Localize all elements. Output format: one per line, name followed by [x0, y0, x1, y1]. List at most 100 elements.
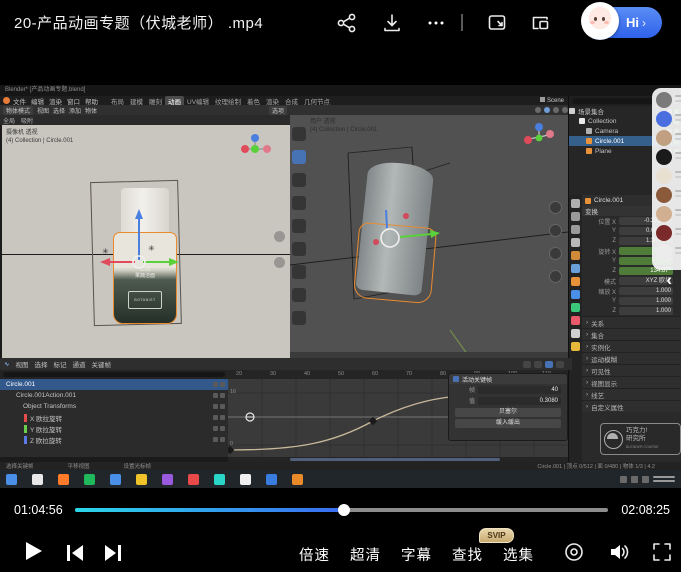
transform-row: Z 1.000 — [582, 306, 681, 316]
viewer-avatar[interactable] — [656, 206, 672, 222]
assistant-button[interactable]: Hi › — [582, 7, 662, 38]
bottle-badge-text: BOTANIST — [128, 291, 162, 309]
fullscreen-icon[interactable] — [651, 541, 673, 563]
properties-tab-icon — [571, 316, 580, 325]
quality-button[interactable]: 超清 — [350, 544, 381, 565]
share-icon[interactable] — [336, 12, 358, 34]
subtitle-button[interactable]: 字幕 — [401, 544, 432, 565]
taskbar-app-icon — [58, 474, 69, 485]
chevron-right-icon: › — [586, 343, 588, 350]
transform-label: Y — [582, 258, 619, 264]
download-icon[interactable] — [381, 12, 403, 34]
animation-channel-row: Z 欧拉旋转 — [0, 434, 228, 445]
viewer-avatar[interactable] — [656, 168, 672, 184]
keyframe-diamond — [228, 446, 234, 454]
chevron-right-icon: › — [586, 319, 588, 326]
graph-editor-menus: 视图选择标记通道关键帧 — [15, 359, 111, 369]
collapsed-section: › 可见性 — [582, 364, 681, 376]
speed-button[interactable]: 倍速 — [299, 544, 330, 565]
more-options-icon[interactable] — [425, 12, 447, 34]
transform-label: Y — [582, 228, 619, 234]
properties-tab-icon — [571, 199, 580, 208]
video-display-area[interactable]: Blender* [产品动画专题.blend] 文件编辑渲染窗口帮助 布局建模雕… — [0, 45, 681, 497]
panel-collapse-handle[interactable]: ‹ — [666, 273, 672, 287]
viewer-avatar[interactable] — [656, 130, 672, 146]
watermark-mascot-icon — [604, 430, 623, 449]
transform-label: Z — [582, 308, 619, 314]
viewer-avatar[interactable] — [656, 92, 672, 108]
next-button[interactable] — [102, 542, 124, 564]
object-type-icon — [586, 128, 592, 134]
record-mode-icon[interactable] — [563, 541, 585, 563]
section-label: 可见性 — [591, 366, 611, 376]
viewport-menu-item: 视图 — [37, 109, 49, 115]
picture-in-picture-icon[interactable] — [486, 12, 508, 34]
blender-menubar: 文件编辑渲染窗口帮助 — [13, 96, 103, 106]
collapsed-section: › 视图显示 — [582, 376, 681, 388]
play-button[interactable] — [22, 540, 44, 562]
screen-recording-frame: Blender* [产品动画专题.blend] 文件编辑渲染窗口帮助 布局建模雕… — [0, 85, 681, 488]
course-watermark: 巧克力! 研究所 BLENDER COURSE — [600, 423, 681, 455]
windows-taskbar — [0, 470, 681, 488]
graph-menu-item: 视图 — [15, 359, 28, 369]
workspace-tabs: 布局建模雕刻动画UV编辑纹理绘制着色渲染合成几何节点 — [108, 96, 333, 106]
chevron-right-icon: › — [586, 331, 588, 338]
taskbar-app-icon — [84, 474, 95, 485]
transform-label: 模式 — [582, 277, 619, 286]
properties-tab-icon — [571, 264, 580, 273]
viewer-avatar[interactable] — [656, 111, 672, 127]
viewer-avatar[interactable] — [656, 149, 672, 165]
assistant-avatar — [581, 2, 619, 40]
section-label: 线艺 — [591, 390, 604, 400]
mini-player-icon[interactable] — [529, 12, 551, 34]
workspace-tab: 渲染 — [263, 96, 282, 106]
viewer-avatar[interactable] — [656, 187, 672, 203]
graph-channel-list: Circle.001 Circle.001Action.001 Object T… — [0, 370, 228, 457]
progress-bar[interactable] — [75, 508, 608, 512]
find-button[interactable]: 查找 — [452, 544, 483, 565]
volume-icon[interactable] — [608, 541, 630, 563]
graph-menu-item: 标记 — [53, 359, 66, 369]
avatar-label-placeholder — [675, 133, 681, 135]
workspace-tab: 几何节点 — [301, 96, 333, 106]
collapsed-section: › 运动模糊 — [582, 352, 681, 364]
viewer-avatar[interactable] — [656, 225, 672, 241]
chevron-right-icon: › — [642, 16, 646, 30]
orientation-dropdown: 全局 — [3, 116, 15, 125]
section-label: 视图显示 — [591, 378, 617, 388]
animation-channel-row: X 欧拉旋转 — [0, 412, 228, 423]
object-type-icon — [586, 138, 592, 144]
viewport-gizmo-buttons — [549, 201, 562, 293]
object-name: 场景集合 — [578, 106, 604, 116]
channel-search-input — [3, 372, 225, 377]
options-dropdown: 选项 — [269, 106, 287, 115]
video-title: 20-产品动画专题（伏城老师） .mp4 — [14, 12, 263, 33]
left-viewport-toolbar-row: 全局 吸附 — [0, 115, 293, 125]
collapsed-section: › 自定义属性 — [582, 400, 681, 412]
blender-logo-icon — [3, 97, 10, 104]
svip-badge: SVIP — [479, 528, 514, 543]
graph-editor-icon: ∿ — [4, 360, 9, 368]
avatar-label-placeholder — [675, 209, 681, 211]
object-name: Collection — [588, 118, 617, 125]
channel-name: Circle.001Action.001 — [16, 392, 76, 399]
graph-menu-item: 通道 — [72, 359, 85, 369]
properties-tab-icon — [571, 251, 580, 260]
previous-button[interactable] — [64, 542, 86, 564]
pan-tool-icon — [549, 224, 562, 237]
progress-fill — [75, 508, 344, 512]
transform-value-field: XYZ 欧拉 — [619, 277, 673, 285]
channel-color-swatch — [17, 403, 20, 411]
transform-label: 旋转 X — [582, 247, 619, 256]
channel-name: Object Transforms — [23, 403, 76, 410]
collapsed-section: › 实例化 — [582, 340, 681, 352]
value-field: 0.3080 — [478, 397, 561, 405]
channel-search — [0, 370, 228, 379]
keyframe-frame-row: 帧 40 — [449, 384, 567, 395]
viewer-avatar[interactable] — [656, 244, 672, 260]
episodes-button[interactable]: 选集 — [503, 544, 534, 565]
progress-thumb[interactable] — [338, 504, 350, 516]
properties-tab-icon — [571, 303, 580, 312]
channel-color-swatch — [24, 425, 27, 433]
animation-channel-row: Y 欧拉旋转 — [0, 423, 228, 434]
